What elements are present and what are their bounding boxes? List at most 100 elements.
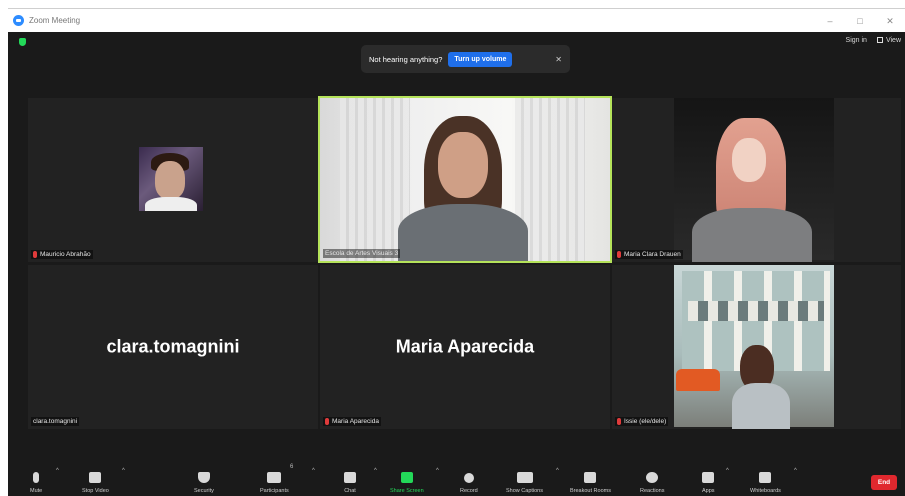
- video-feed: [674, 98, 834, 262]
- security-shield-icon[interactable]: [19, 38, 26, 46]
- participant-name: Issie (ele/dele): [624, 418, 667, 425]
- whiteboards-label: Whiteboards: [750, 488, 781, 494]
- breakout-rooms-icon: [584, 472, 597, 483]
- chevron-up-icon[interactable]: ^: [556, 468, 559, 474]
- whiteboards-button[interactable]: Whiteboards: [750, 472, 781, 494]
- chevron-up-icon[interactable]: ^: [312, 468, 315, 474]
- participants-label: Participants: [260, 488, 289, 494]
- participant-label: clara.tomagnini: [31, 417, 80, 426]
- chevron-up-icon[interactable]: ^: [794, 468, 797, 474]
- chevron-up-icon[interactable]: ^: [374, 468, 377, 474]
- video-feed: [674, 265, 834, 429]
- chat-label: Chat: [344, 488, 356, 494]
- chevron-up-icon[interactable]: ^: [436, 468, 439, 474]
- meeting-area: Sign in View Not hearing anything? Turn …: [8, 32, 905, 496]
- banner-message: Not hearing anything?: [369, 54, 443, 64]
- window-controls: – □ ✕: [815, 9, 905, 33]
- participant-label: Issie (ele/dele): [615, 417, 669, 426]
- view-button[interactable]: View: [876, 37, 901, 44]
- share-screen-icon: [400, 472, 413, 483]
- video-camera-icon: [89, 472, 102, 483]
- participants-count: 6: [290, 464, 294, 470]
- whiteboard-icon: [759, 472, 772, 483]
- participant-tile[interactable]: Maria Clara Drauen: [612, 98, 901, 262]
- muted-mic-icon: [33, 251, 37, 258]
- reactions-label: Reactions: [640, 488, 665, 494]
- participant-label: Escola de Artes Visuais 3: [323, 249, 401, 258]
- person-body: [732, 383, 790, 429]
- apps-button[interactable]: Apps: [702, 472, 715, 494]
- microphone-icon: [33, 472, 40, 483]
- view-label: View: [885, 37, 901, 44]
- avatar: [139, 147, 203, 211]
- title-bar: Zoom Meeting – □ ✕: [8, 8, 905, 32]
- breakout-rooms-button[interactable]: Breakout Rooms: [570, 472, 611, 494]
- mute-button[interactable]: Mute: [30, 472, 42, 494]
- apps-label: Apps: [702, 488, 715, 494]
- participants-icon: [267, 472, 282, 483]
- participant-tile[interactable]: Maria Aparecida Maria Aparecida: [320, 265, 610, 429]
- window-title: Zoom Meeting: [29, 16, 81, 25]
- muted-mic-icon: [325, 418, 329, 425]
- muted-mic-icon: [617, 418, 621, 425]
- security-button[interactable]: Security: [194, 472, 214, 494]
- chevron-up-icon[interactable]: ^: [122, 468, 125, 474]
- share-screen-label: Share Screen: [390, 488, 424, 494]
- mute-label: Mute: [30, 488, 43, 494]
- person-body: [398, 204, 528, 261]
- record-icon: [463, 473, 474, 483]
- captions-icon: [516, 472, 533, 483]
- person-body: [692, 208, 812, 262]
- person-face: [438, 132, 488, 198]
- participant-tile-active-speaker[interactable]: Escola de Artes Visuais 3: [318, 96, 612, 263]
- participant-name: Escola de Artes Visuais 3: [325, 250, 399, 257]
- show-captions-label: Show Captions: [506, 488, 543, 494]
- stop-video-label: Stop Video: [82, 488, 109, 494]
- muted-mic-icon: [617, 251, 621, 258]
- participant-label: Mauricio Abrahão: [31, 250, 93, 259]
- meeting-toolbar: Mute ^ Stop Video ^ Security Participant…: [8, 456, 905, 496]
- participants-button[interactable]: Participants: [260, 472, 289, 494]
- chat-icon: [344, 472, 356, 483]
- chevron-up-icon[interactable]: ^: [726, 468, 729, 474]
- zoom-logo-icon: [13, 15, 24, 26]
- reactions-button[interactable]: Reactions: [640, 472, 664, 494]
- record-label: Record: [460, 488, 478, 494]
- grid-icon: [876, 37, 883, 43]
- minimize-button[interactable]: –: [815, 16, 845, 26]
- avatar-face: [155, 161, 185, 199]
- participant-tile[interactable]: Mauricio Abrahão: [28, 98, 318, 262]
- participant-name: clara.tomagnini: [33, 418, 78, 425]
- participant-name: Maria Aparecida: [332, 418, 379, 425]
- show-captions-button[interactable]: Show Captions: [506, 472, 543, 494]
- participant-display-name: Maria Aparecida: [395, 336, 535, 357]
- close-button[interactable]: ✕: [875, 16, 905, 27]
- participant-label: Maria Aparecida: [323, 417, 381, 426]
- maximize-button[interactable]: □: [845, 16, 875, 26]
- audio-banner: Not hearing anything? Turn up volume ✕: [361, 45, 570, 73]
- participant-name: Mauricio Abrahão: [40, 251, 91, 258]
- stop-video-button[interactable]: Stop Video: [82, 472, 109, 494]
- video-feed: [320, 98, 610, 261]
- banner-close-icon[interactable]: ✕: [555, 55, 562, 64]
- breakout-rooms-label: Breakout Rooms: [570, 488, 611, 494]
- record-button[interactable]: Record: [460, 473, 478, 494]
- end-meeting-button[interactable]: End: [871, 475, 897, 490]
- chat-button[interactable]: Chat: [344, 472, 356, 494]
- building-windows: [688, 301, 824, 321]
- participant-tile[interactable]: clara.tomagnini clara.tomagnini: [28, 265, 318, 429]
- apps-icon: [702, 472, 715, 483]
- share-screen-button[interactable]: Share Screen: [390, 472, 424, 494]
- avatar-shirt: [145, 197, 197, 211]
- security-label: Security: [194, 488, 214, 494]
- participant-display-name: clara.tomagnini: [106, 336, 240, 357]
- top-right-controls: Sign in View: [846, 37, 901, 44]
- reactions-icon: [646, 472, 659, 483]
- chevron-up-icon[interactable]: ^: [56, 468, 59, 474]
- shield-icon: [197, 472, 210, 483]
- participant-label: Maria Clara Drauen: [615, 250, 683, 259]
- participant-name: Maria Clara Drauen: [624, 251, 681, 258]
- sign-in-link[interactable]: Sign in: [846, 37, 867, 44]
- participant-tile[interactable]: Issie (ele/dele): [612, 265, 901, 429]
- turn-up-volume-button[interactable]: Turn up volume: [448, 51, 513, 67]
